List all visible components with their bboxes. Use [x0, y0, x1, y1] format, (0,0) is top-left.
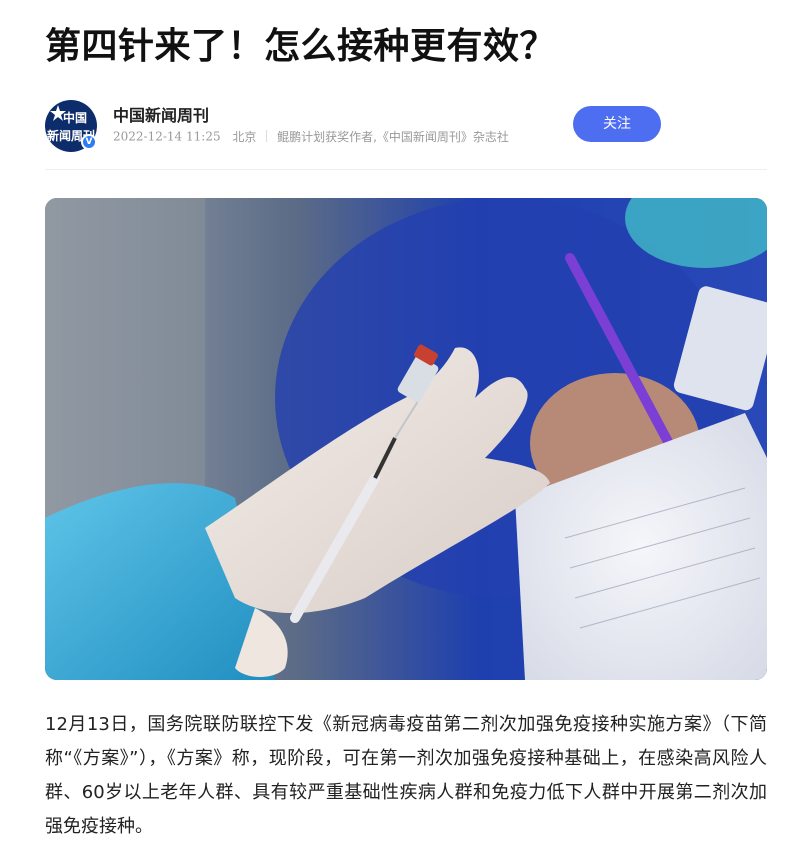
meta-divider	[266, 130, 268, 142]
article-meta: 2022-12-14 11:25 北京 鲲鹏计划获奖作者,《中国新闻周刊》杂志社	[113, 128, 509, 145]
author-description: 鲲鹏计划获奖作者,《中国新闻周刊》杂志社	[277, 130, 509, 144]
avatar-logo-text: 中国	[63, 111, 88, 125]
follow-button[interactable]: 关注	[573, 106, 661, 142]
article-paragraph: 12月13日，国务院联防联控下发《新冠病毒疫苗第二剂次加强免疫接种实施方案》（下…	[45, 714, 767, 837]
article-title: 第四针来了！怎么接种更有效？	[45, 26, 557, 67]
author-row: 中国 新闻周刊 V 中国新闻周刊 2022-12-14 11:25 北京 鲲鹏计…	[45, 98, 767, 154]
divider	[45, 169, 767, 170]
publish-location: 北京	[232, 130, 257, 144]
verified-icon: V	[81, 134, 97, 150]
publish-date: 2022-12-14 11:25	[113, 129, 221, 144]
author-name[interactable]: 中国新闻周刊	[113, 102, 209, 126]
article-hero-image	[45, 198, 767, 680]
vaccine-photo	[45, 198, 767, 680]
